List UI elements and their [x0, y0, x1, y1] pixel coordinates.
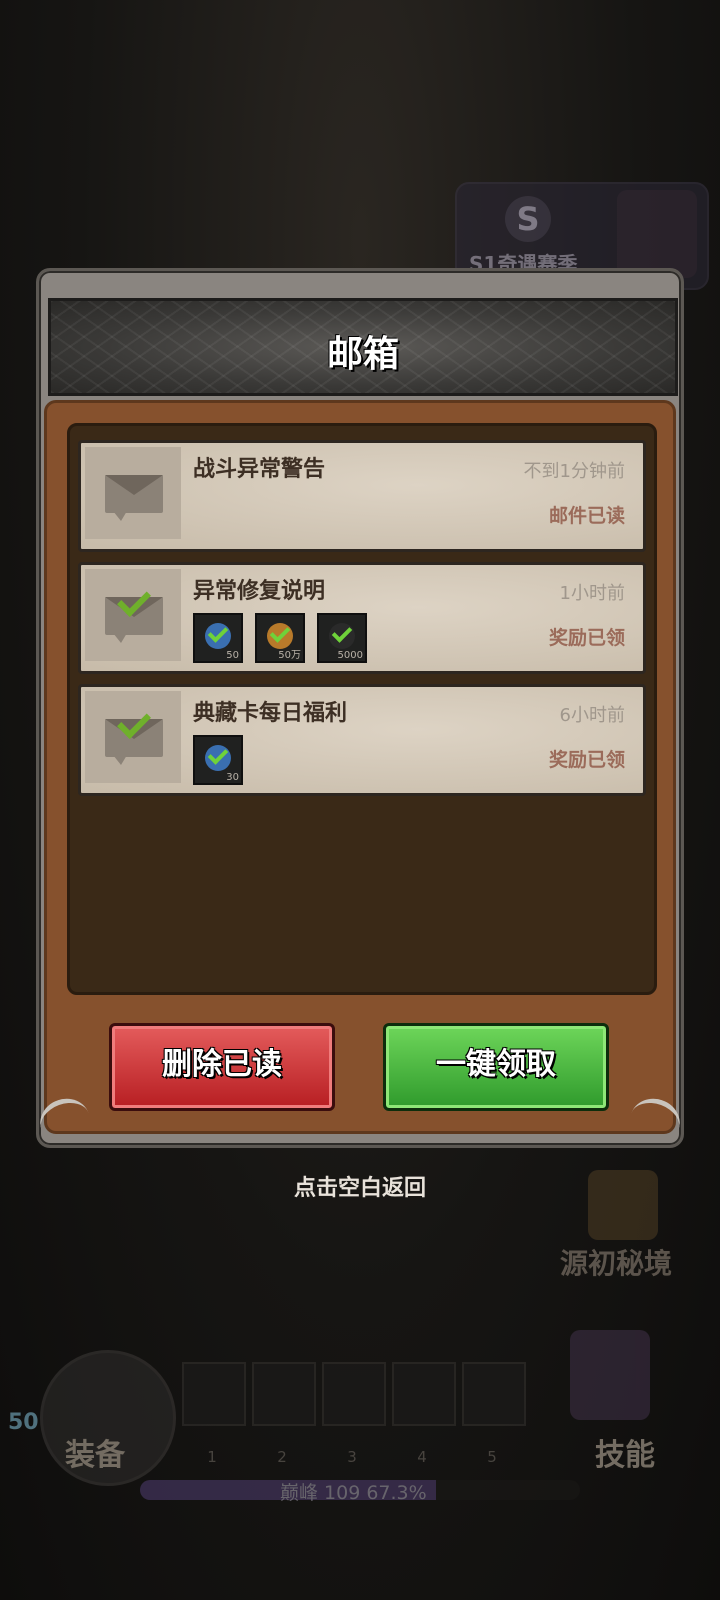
mail-subject: 典藏卡每日福利 [193, 701, 348, 726]
reward-qty: 30 [226, 772, 239, 783]
blue-gem-icon[interactable]: 30 [193, 735, 243, 785]
delete-read-button[interactable]: 删除已读 [109, 1023, 335, 1111]
level-badge: 50 [8, 1410, 39, 1435]
envelope-icon [105, 475, 163, 513]
gold-coin-icon[interactable]: 50万 [255, 613, 305, 663]
slot-number: 1 [207, 1448, 217, 1466]
envelope-tail [113, 633, 127, 643]
reward-list: 50 50万 5000 [193, 613, 367, 663]
dialog-title: 邮箱 [326, 334, 399, 375]
skill-book-icon[interactable] [570, 1330, 650, 1420]
mail-status: 奖励已领 [548, 627, 625, 649]
reward-list: 30 [193, 735, 243, 785]
mail-status: 邮件已读 [548, 505, 625, 527]
season-s-icon: S [505, 196, 551, 242]
skill-slot-3[interactable] [322, 1362, 386, 1426]
skill-label: 技能 [595, 1438, 655, 1473]
slot-number: 3 [347, 1448, 357, 1466]
dialog-header: 邮箱 [48, 298, 678, 396]
envelope-tail [113, 755, 127, 765]
mail-item[interactable]: 典藏卡每日福利 6小时前 奖励已领 30 [78, 684, 646, 796]
slot-number: 2 [277, 1448, 287, 1466]
slot-number: 4 [417, 1448, 427, 1466]
slot-number: 5 [487, 1448, 497, 1466]
mail-subject: 战斗异常警告 [193, 457, 326, 482]
equip-label: 装备 [65, 1438, 125, 1473]
claim-all-button[interactable]: 一键领取 [383, 1023, 609, 1111]
mail-time: 6小时前 [559, 705, 625, 726]
mail-board: 战斗异常警告 不到1分钟前 邮件已读 异常修复说明 1小时前 奖励已领 50 5… [44, 400, 676, 1134]
reward-qty: 5000 [337, 650, 363, 661]
mail-item[interactable]: 异常修复说明 1小时前 奖励已领 50 50万 5000 [78, 562, 646, 674]
green-material-icon[interactable]: 5000 [317, 613, 367, 663]
envelope-box [85, 447, 181, 539]
reward-qty: 50 [226, 650, 239, 661]
knight-portrait-icon [617, 190, 697, 278]
envelope-tail [113, 511, 127, 521]
mail-time: 不到1分钟前 [523, 461, 625, 482]
blue-gem-icon[interactable]: 50 [193, 613, 243, 663]
bottom-bar: 50 装备 1 2 3 4 5 技能 巅峰 109 67.3% [0, 1270, 720, 1600]
xp-text: 巅峰 109 67.3% [280, 1482, 427, 1504]
mailbox-dialog: 邮箱 战斗异常警告 不到1分钟前 邮件已读 异常修复说明 1小时前 奖励已领 5… [33, 268, 687, 1152]
mail-time: 1小时前 [559, 583, 625, 604]
envelope-box [85, 569, 181, 661]
mail-item[interactable]: 战斗异常警告 不到1分钟前 邮件已读 [78, 440, 646, 552]
tap-blank-to-return[interactable]: 点击空白返回 [0, 1170, 720, 1202]
envelope-box [85, 691, 181, 783]
skill-slot-5[interactable] [462, 1362, 526, 1426]
mail-status: 奖励已领 [548, 749, 625, 771]
reward-qty: 50万 [278, 650, 301, 661]
skill-slot-2[interactable] [252, 1362, 316, 1426]
mail-list: 战斗异常警告 不到1分钟前 邮件已读 异常修复说明 1小时前 奖励已领 50 5… [67, 423, 657, 995]
mail-subject: 异常修复说明 [193, 579, 326, 604]
skill-slot-1[interactable] [182, 1362, 246, 1426]
skill-slot-4[interactable] [392, 1362, 456, 1426]
